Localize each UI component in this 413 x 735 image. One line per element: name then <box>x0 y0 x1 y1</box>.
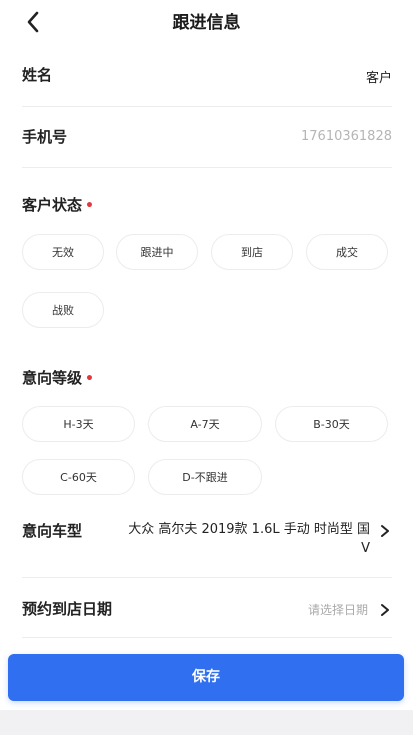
navigation-bar: 跟进信息 <box>0 0 413 42</box>
page-title: 跟进信息 <box>172 13 241 33</box>
name-label: 姓名 <box>22 66 53 84</box>
level-chip-a[interactable]: A-7天 <box>148 406 262 442</box>
intent-model-value: 大众 高尔夫 2019款 1.6L 手动 时尚型 国V <box>128 522 370 556</box>
save-button[interactable]: 保存 <box>8 654 404 701</box>
level-chip-c[interactable]: C-60天 <box>22 459 135 495</box>
intent-level-label: 意向等级 <box>22 369 83 387</box>
level-chip-d[interactable]: D-不跟进 <box>148 459 262 495</box>
level-chip-b[interactable]: B-30天 <box>275 406 388 442</box>
divider <box>22 637 392 638</box>
bottom-safe-area <box>0 710 413 735</box>
customer-status-header: 客户状态 • <box>22 194 392 218</box>
intent-model-row[interactable]: 意向车型 大众 高尔夫 2019款 1.6L 手动 时尚型 国V <box>22 517 392 565</box>
phone-label: 手机号 <box>22 128 68 146</box>
required-mark: • <box>85 371 94 387</box>
status-chip-following[interactable]: 跟进中 <box>116 234 198 270</box>
phone-value: 17610361828 <box>301 129 392 144</box>
name-value: 客户 <box>365 71 392 86</box>
appointment-date-row[interactable]: 预约到店日期 请选择日期 <box>22 598 392 622</box>
follow-up-page: 跟进信息 姓名 客户 手机号 17610361828 客户状态 • 无效 跟进中 … <box>0 0 413 735</box>
status-chip-deal[interactable]: 成交 <box>306 234 388 270</box>
chevron-right-icon <box>378 523 392 537</box>
customer-status-label: 客户状态 <box>22 196 83 214</box>
status-chip-visited[interactable]: 到店 <box>211 234 293 270</box>
intent-level-header: 意向等级 • <box>22 367 392 391</box>
appointment-date-label: 预约到店日期 <box>22 600 113 618</box>
level-chip-h[interactable]: H-3天 <box>22 406 135 442</box>
phone-row: 手机号 17610361828 <box>22 126 392 150</box>
divider <box>22 577 392 578</box>
status-chip-lost[interactable]: 战败 <box>22 292 104 328</box>
chevron-right-icon <box>378 602 392 616</box>
appointment-date-placeholder: 请选择日期 <box>307 603 368 617</box>
status-chip-invalid[interactable]: 无效 <box>22 234 104 270</box>
divider <box>22 167 392 168</box>
divider <box>22 106 392 107</box>
required-mark: • <box>85 198 94 214</box>
intent-model-label: 意向车型 <box>22 522 83 540</box>
name-row: 姓名 客户 <box>22 64 392 88</box>
